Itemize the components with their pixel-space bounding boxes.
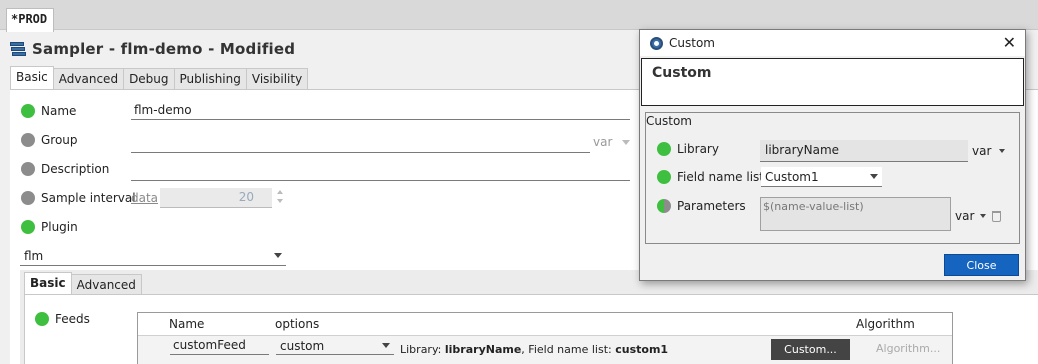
feeds-label: Feeds [55, 312, 90, 326]
name-row: Name [21, 102, 76, 120]
feed-info-library: libraryName [444, 343, 522, 356]
feed-option-value: custom [280, 338, 325, 353]
chevron-down-icon [382, 343, 390, 348]
custom-group: Custom Library libraryName var Field nam… [645, 112, 1020, 244]
feed-name-input[interactable]: customFeed [170, 337, 269, 355]
feed-info-prefix-library: Library: [400, 343, 445, 356]
group-var-label: var [593, 135, 613, 149]
status-mixed-icon [657, 199, 671, 213]
status-green-icon [21, 220, 35, 234]
plugin-row: Plugin [21, 218, 78, 236]
parameters-label: Parameters [677, 199, 746, 213]
interval-label: Sample interval [41, 191, 136, 205]
name-input[interactable]: flm-demo [131, 100, 630, 120]
chevron-down-icon [622, 139, 631, 145]
status-green-icon [35, 312, 49, 326]
chevron-down-icon [870, 174, 878, 179]
custom-button[interactable]: Custom... [771, 339, 850, 360]
status-grey-icon [21, 133, 35, 147]
status-grey-icon [21, 191, 35, 205]
title-row: Sampler - flm-demo - Modified [10, 38, 295, 60]
parameters-textarea[interactable]: $(name-value-list) [760, 197, 951, 231]
dialog-title: Custom [669, 36, 715, 50]
parameters-var-label: var [955, 209, 975, 223]
plugin-label: Plugin [41, 220, 78, 234]
group-var-selector[interactable]: var [593, 135, 631, 149]
close-button[interactable]: Close [944, 254, 1019, 276]
status-green-icon [657, 142, 671, 156]
trash-icon[interactable] [992, 210, 1002, 222]
group-title: Custom [646, 114, 692, 128]
feeds-header-algorithm: Algorithm [856, 317, 915, 331]
field-list-label: Field name list [677, 170, 764, 184]
document-tab-prod[interactable]: *PROD [6, 8, 55, 32]
description-label: Description [41, 162, 110, 176]
tab-visibility[interactable]: Visibility [245, 68, 309, 90]
name-label: Name [41, 104, 77, 118]
status-green-icon [657, 170, 671, 184]
status-green-icon [21, 104, 35, 118]
feed-info-fields: custom1 [615, 343, 669, 356]
feed-info-prefix-fields: , Field name list: [521, 343, 616, 356]
settings-icon [650, 36, 663, 50]
status-grey-icon [21, 162, 35, 176]
feed-option-select[interactable]: custom [276, 337, 394, 355]
parameters-row: Parameters [657, 197, 746, 215]
field-list-row: Field name list [657, 168, 764, 186]
group-label: Group [41, 133, 78, 147]
group-row: Group [21, 131, 78, 149]
library-var-label: var [972, 144, 992, 158]
tab-plugin-basic[interactable]: Basic [24, 272, 72, 296]
library-var-selector[interactable]: var [972, 144, 1006, 158]
description-input[interactable] [131, 161, 630, 181]
tab-debug[interactable]: Debug [123, 68, 175, 90]
page-title: Sampler - flm-demo - Modified [32, 40, 296, 58]
library-row: Library [657, 140, 719, 158]
tab-plugin-advanced[interactable]: Advanced [70, 274, 142, 296]
description-row: Description [21, 160, 109, 178]
spinner-up-icon[interactable] [277, 190, 283, 194]
feeds-header-name: Name [169, 317, 205, 331]
field-list-value: Custom1 [765, 169, 819, 184]
interval-data-link[interactable]: data [131, 191, 158, 205]
document-tab-strip [0, 0, 1038, 30]
dialog-header: Custom [641, 58, 1024, 106]
group-input[interactable] [131, 133, 590, 153]
algorithm-button[interactable]: Algorithm... [876, 342, 940, 355]
parameters-var-selector[interactable]: var [955, 209, 1002, 223]
chevron-down-icon [274, 253, 282, 258]
chevron-down-icon [999, 149, 1006, 153]
field-list-select[interactable]: Custom1 [761, 167, 882, 187]
dialog-titlebar: Custom ✕ [640, 30, 1025, 56]
library-label: Library [677, 142, 719, 156]
sampler-icon [10, 42, 26, 56]
interval-spinner-arrows[interactable] [277, 190, 283, 203]
feeds-header-options: options [275, 317, 320, 331]
interval-row: Sample interval [21, 189, 136, 207]
tab-publishing[interactable]: Publishing [173, 68, 247, 90]
tab-advanced[interactable]: Advanced [52, 68, 125, 90]
chevron-down-icon [980, 214, 987, 218]
custom-dialog: Custom ✕ Custom Custom Library libraryNa… [639, 29, 1026, 281]
feed-info-text: Library: libraryName, Field name list: c… [400, 343, 668, 356]
plugin-select[interactable]: flm [20, 246, 286, 266]
feeds-row: Feeds [35, 310, 90, 328]
interval-spinner[interactable]: 20 [160, 188, 272, 208]
plugin-tabs: Basic Advanced [24, 272, 142, 296]
close-icon[interactable]: ✕ [1003, 33, 1016, 52]
main-tabs: Basic Advanced Debug Publishing Visibili… [10, 66, 309, 90]
library-input[interactable]: libraryName [760, 140, 968, 162]
tab-basic[interactable]: Basic [10, 66, 54, 90]
spinner-down-icon[interactable] [277, 199, 283, 203]
plugin-select-value: flm [24, 248, 44, 263]
